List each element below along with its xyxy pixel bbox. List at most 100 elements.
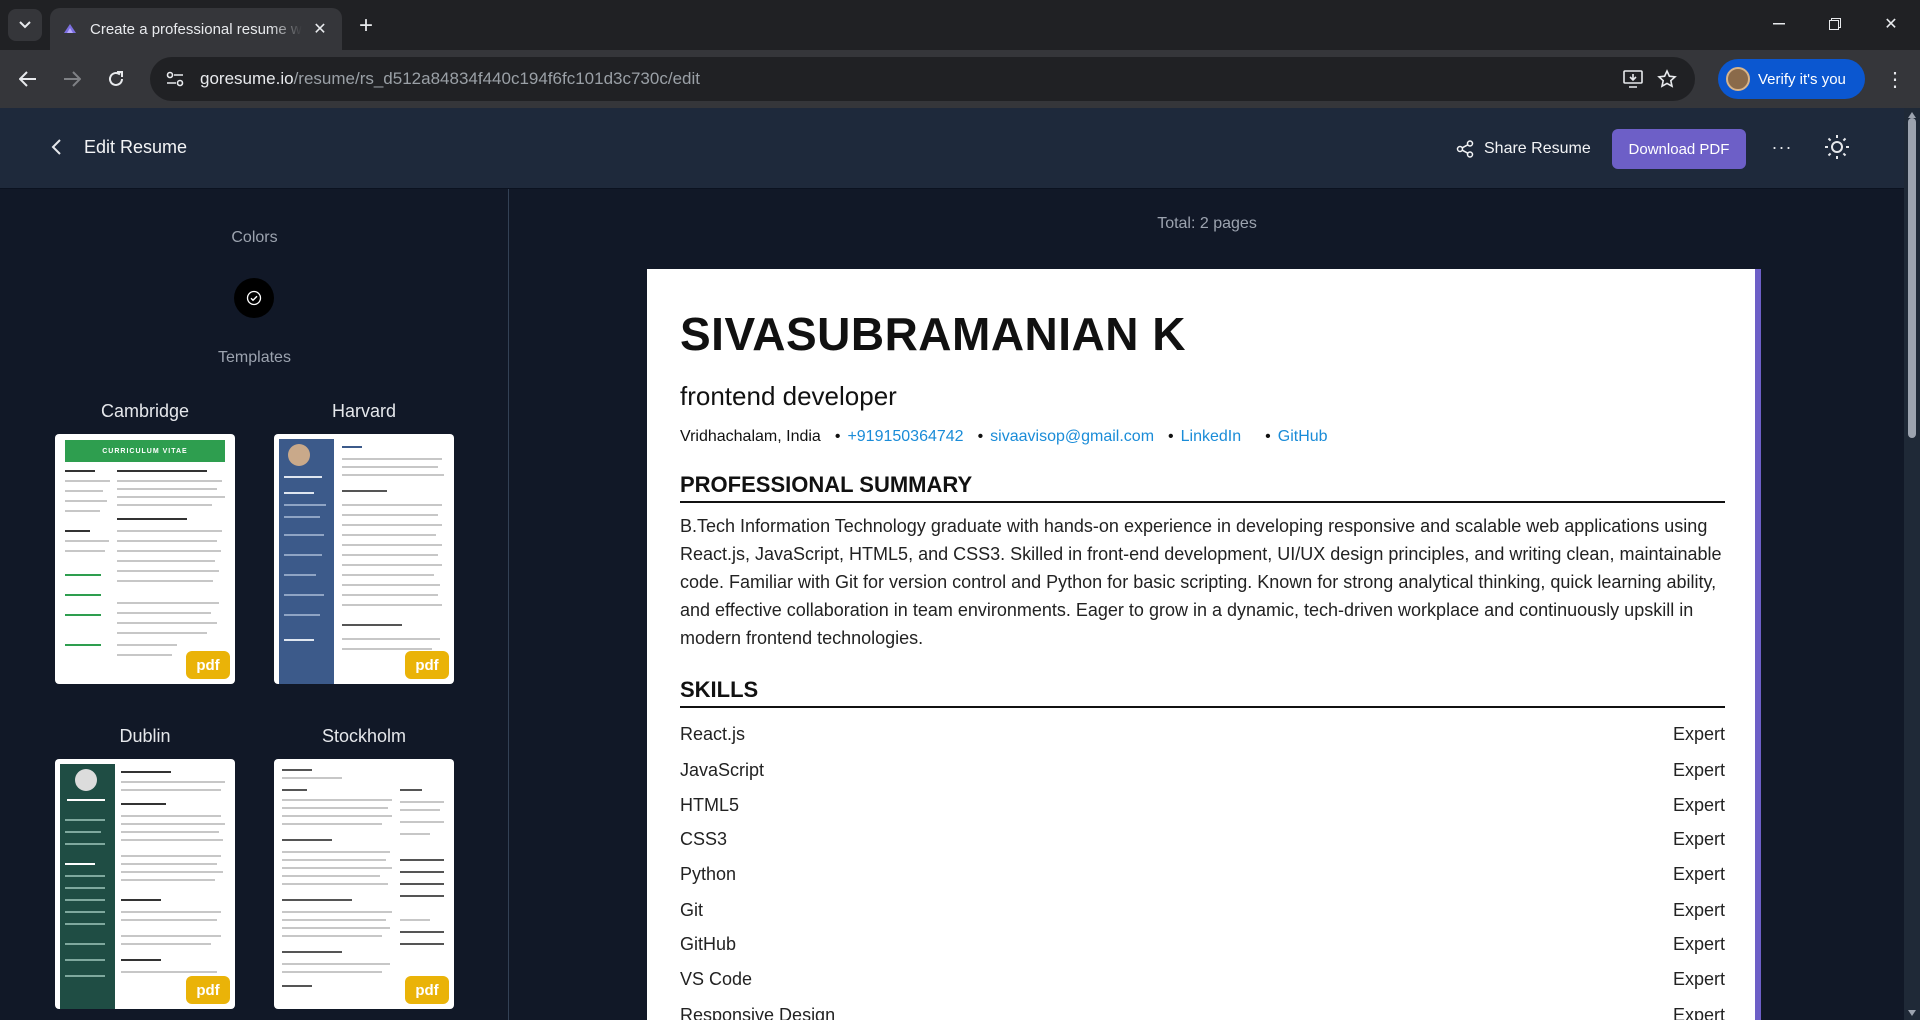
template-card-dublin[interactable]: pdf <box>55 759 235 1009</box>
skill-level: Expert <box>1672 760 1725 780</box>
summary-heading: PROFESSIONAL SUMMARY <box>680 472 1725 503</box>
skill-row: React.js Expert <box>680 724 1725 745</box>
chevron-left-icon[interactable] <box>46 136 68 158</box>
linkedin-link[interactable]: LinkedIn <box>1181 428 1242 446</box>
address-bar[interactable]: goresume.io/resume/rs_d512a84834f440c194… <box>150 57 1695 101</box>
template-name-harvard: Harvard <box>331 401 397 421</box>
share-resume-button[interactable]: Share Resume <box>1456 135 1591 163</box>
bullet-separator: • <box>977 428 984 445</box>
bullet-separator: • <box>1168 428 1174 445</box>
github-link[interactable]: GitHub <box>1278 428 1328 446</box>
tab-search-button[interactable] <box>8 9 42 41</box>
bullet-separator: • <box>834 428 841 445</box>
template-card-harvard[interactable]: pdf <box>274 434 454 684</box>
site-settings-icon[interactable] <box>164 68 186 90</box>
verify-label: Verify it's you <box>1758 70 1846 88</box>
skill-level: Expert <box>1672 1005 1725 1020</box>
resume-name: SIVASUBRAMANIAN K <box>680 308 1186 360</box>
skill-row: Responsive Design Expert <box>680 1005 1725 1020</box>
skill-name: Responsive Design <box>680 1005 836 1020</box>
template-sidebar: Colors Templates Cambridge CURRICULUM VI… <box>0 189 509 1020</box>
skill-name: Git <box>680 900 704 920</box>
skills-heading: SKILLS <box>680 677 1725 708</box>
total-pages: Total: 2 pages <box>1157 215 1257 232</box>
url-path: /resume/rs_d512a84834f440c194f6fc101d3c7… <box>293 69 700 88</box>
theme-toggle-sun-icon[interactable] <box>1822 132 1852 162</box>
forward-arrow-icon[interactable] <box>56 63 88 95</box>
template-name-stockholm: Stockholm <box>321 726 407 746</box>
reload-icon[interactable] <box>100 63 132 95</box>
minimize-icon[interactable] <box>1750 0 1808 48</box>
skill-name: GitHub <box>680 934 737 954</box>
contact-line: Vridhachalam, India • +919150364742 • si… <box>680 428 1328 446</box>
skill-level: Expert <box>1672 724 1725 744</box>
skill-row: CSS3 Expert <box>680 829 1725 850</box>
page-scrollbar[interactable] <box>1904 108 1920 1020</box>
tab-title: Create a professional resume w <box>90 20 302 38</box>
skill-row: HTML5 Expert <box>680 795 1725 816</box>
skill-level: Expert <box>1672 829 1725 849</box>
skill-name: CSS3 <box>680 829 728 849</box>
page-title: Edit Resume <box>84 137 188 157</box>
skill-name: JavaScript <box>680 760 765 780</box>
download-pdf-button[interactable]: Download PDF <box>1612 129 1746 169</box>
close-window-icon[interactable]: ✕ <box>1862 0 1920 48</box>
resume-role: frontend developer <box>680 381 897 411</box>
share-icon <box>1456 140 1474 158</box>
skill-level: Expert <box>1672 864 1725 884</box>
check-circle-icon <box>246 290 262 306</box>
summary-text: B.Tech Information Technology graduate w… <box>680 516 1722 648</box>
contact-location: Vridhachalam, India <box>680 428 821 445</box>
template-card-stockholm[interactable]: pdf <box>274 759 454 1009</box>
skill-level: Expert <box>1672 795 1725 815</box>
browser-menu-icon[interactable]: ⋮ <box>1880 63 1910 95</box>
skill-name: HTML5 <box>680 795 740 815</box>
new-tab-button[interactable]: + <box>352 12 380 40</box>
profile-avatar <box>1726 67 1750 91</box>
skill-row: Git Expert <box>680 900 1725 921</box>
skill-row: VS Code Expert <box>680 969 1725 990</box>
pdf-badge: pdf <box>186 651 230 679</box>
bookmark-star-icon[interactable] <box>1656 68 1678 90</box>
skill-name: Python <box>680 864 737 884</box>
pdf-badge: pdf <box>405 651 449 679</box>
url-text: goresume.io/resume/rs_d512a84834f440c194… <box>200 69 700 89</box>
skill-row: GitHub Expert <box>680 934 1725 955</box>
scroll-down-arrow-icon[interactable] <box>1908 1010 1916 1016</box>
template-header: CURRICULUM VITAE <box>65 440 225 462</box>
colors-heading: Colors <box>231 229 278 246</box>
browser-tabstrip: Create a professional resume w ✕ + ✕ <box>0 0 1920 50</box>
bullet-separator: • <box>1265 428 1271 445</box>
share-label: Share Resume <box>1484 140 1591 157</box>
verify-profile-button[interactable]: Verify it's you <box>1718 59 1865 99</box>
browser-toolbar: goresume.io/resume/rs_d512a84834f440c194… <box>0 50 1920 108</box>
app: Edit Resume Share Resume Download PDF ··… <box>0 108 1904 1020</box>
contact-email-link[interactable]: sivaavisop@gmail.com <box>990 428 1154 446</box>
close-tab-icon[interactable]: ✕ <box>310 19 330 39</box>
install-app-icon[interactable] <box>1622 68 1644 90</box>
template-card-cambridge[interactable]: CURRICULUM VITAE pdf <box>55 434 235 684</box>
browser-tab[interactable]: Create a professional resume w ✕ <box>50 8 342 50</box>
app-header: Edit Resume Share Resume Download PDF ··… <box>0 108 1904 189</box>
template-name-cambridge: Cambridge <box>100 401 190 421</box>
resume-preview-area: Total: 2 pages SIVASUBRAMANIAN K fronten… <box>510 189 1904 1020</box>
restore-icon[interactable] <box>1806 0 1864 48</box>
pdf-badge: pdf <box>186 976 230 1004</box>
scrollbar-thumb[interactable] <box>1908 118 1916 438</box>
resume-page[interactable]: SIVASUBRAMANIAN K frontend developer Vri… <box>647 269 1761 1020</box>
skill-name: VS Code <box>680 969 753 989</box>
contact-phone-link[interactable]: +919150364742 <box>847 428 963 446</box>
url-host: goresume.io <box>200 69 294 88</box>
back-arrow-icon[interactable] <box>12 63 44 95</box>
chevron-down-icon <box>19 21 31 29</box>
skill-level: Expert <box>1672 934 1725 954</box>
pdf-badge: pdf <box>405 976 449 1004</box>
more-options-icon[interactable]: ··· <box>1770 135 1794 159</box>
skill-name: React.js <box>680 724 746 744</box>
skill-level: Expert <box>1672 900 1725 920</box>
color-swatch-black[interactable] <box>234 278 274 318</box>
skill-level: Expert <box>1672 969 1725 989</box>
template-name-dublin: Dublin <box>119 726 171 746</box>
skill-row: Python Expert <box>680 864 1725 885</box>
favicon-icon <box>64 24 76 33</box>
